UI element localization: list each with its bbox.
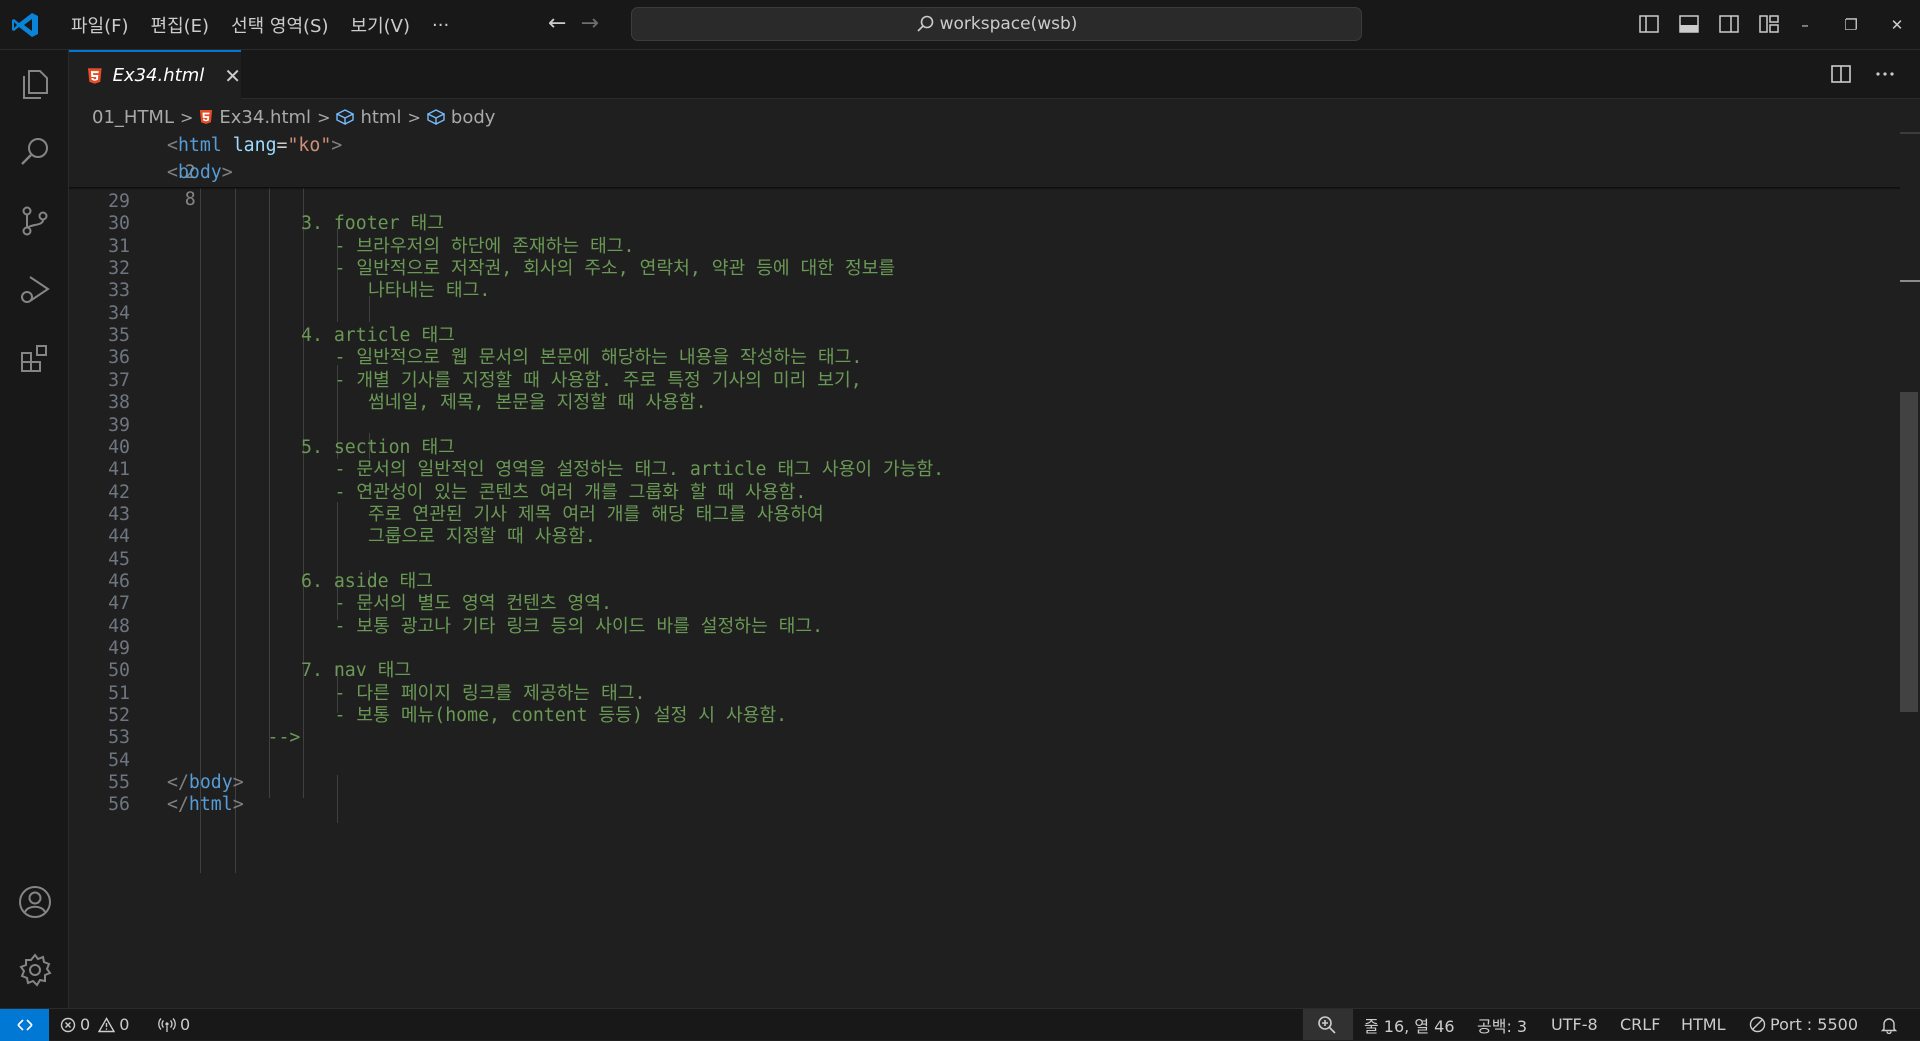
html5-file-icon [199, 109, 213, 125]
manage-gear-icon[interactable] [14, 949, 56, 991]
sticky-scroll[interactable]: 2 <html lang="ko"> 8 <body> [69, 132, 1900, 210]
close-window-button[interactable]: ✕ [1874, 16, 1920, 34]
html5-file-icon [87, 67, 102, 84]
port-label: Port : 5500 [1770, 1015, 1858, 1034]
source-control-icon[interactable] [14, 200, 56, 242]
circle-slash-icon [1749, 1016, 1766, 1033]
window-controls: – ❐ ✕ [1782, 0, 1920, 50]
chevron-right-icon: > [317, 107, 331, 127]
more-actions-icon[interactable] [1874, 63, 1896, 85]
editor-tab-bar: Ex34.html ✕ [69, 50, 1920, 99]
broadcast-icon [158, 1017, 176, 1032]
cursor-position[interactable]: 줄 16, 열 46 [1364, 1009, 1455, 1040]
warning-count: 0 [119, 1015, 130, 1034]
tab-ex34-html[interactable]: Ex34.html ✕ [69, 50, 241, 99]
chevron-right-icon: > [407, 107, 421, 127]
code-editor[interactable]: 29 30 3. footer 태그 31- 브라우저의 하단에 존재하는 태그. 32… [69, 132, 1900, 1008]
end-of-line[interactable]: CRLF [1620, 1009, 1660, 1040]
zoom-icon[interactable] [1317, 1009, 1337, 1040]
extensions-icon[interactable] [14, 338, 56, 380]
code-text: </html> [167, 794, 244, 816]
symbol-element-icon [426, 109, 445, 125]
menu-file[interactable]: 파일(F) [60, 12, 140, 38]
ports-indicator[interactable]: 0 [158, 1009, 190, 1040]
search-label: workspace(wsb) [939, 14, 1078, 34]
error-count: 0 [80, 1015, 91, 1034]
tab-label: Ex34.html [112, 65, 205, 86]
sticky-scroll-shadow [69, 187, 1900, 190]
error-icon [60, 1017, 76, 1032]
search-icon [917, 15, 933, 32]
language-mode[interactable]: HTML [1681, 1009, 1726, 1040]
encoding[interactable]: UTF-8 [1551, 1009, 1598, 1040]
toggle-primary-sidebar-icon[interactable] [1638, 13, 1660, 35]
symbol-element-icon [336, 109, 355, 125]
accounts-icon[interactable] [14, 881, 56, 923]
warning-icon [98, 1016, 116, 1032]
menu-edit[interactable]: 편집(E) [140, 12, 221, 38]
back-arrow-icon[interactable]: ← [548, 12, 566, 36]
explorer-icon[interactable] [14, 63, 56, 105]
indentation[interactable]: 공백: 3 [1477, 1009, 1527, 1040]
breadcrumb-folder[interactable]: 01_HTML [92, 107, 174, 128]
tab-close-icon[interactable]: ✕ [224, 64, 241, 88]
forward-arrow-icon[interactable]: → [580, 12, 598, 36]
restore-button[interactable]: ❐ [1828, 16, 1874, 34]
customize-layout-icon[interactable] [1758, 13, 1780, 35]
vscode-logo-icon [12, 13, 38, 37]
ports-count: 0 [180, 1015, 191, 1034]
problems-indicator[interactable]: 0 0 [60, 1009, 129, 1040]
line-number: 8 [184, 189, 196, 210]
toggle-secondary-sidebar-icon[interactable] [1718, 13, 1740, 35]
breadcrumb-file[interactable]: Ex34.html [219, 107, 311, 128]
sticky-line[interactable]: 2 <html lang="ko"> [69, 132, 1869, 183]
toggle-panel-icon[interactable] [1678, 13, 1700, 35]
command-center-search[interactable]: workspace(wsb) [631, 7, 1362, 41]
sticky-line[interactable]: 8 <body> [69, 159, 1869, 210]
vertical-scrollbar-thumb[interactable] [1900, 392, 1918, 712]
code-text: <body> [167, 162, 233, 183]
live-server-port[interactable]: Port : 5500 [1749, 1009, 1858, 1040]
overview-ruler-cursor [1900, 280, 1920, 282]
overview-ruler-mark [1900, 132, 1920, 134]
menu-selection[interactable]: 선택 영역(S) [220, 12, 339, 38]
navigation-arrows: ← → [548, 12, 599, 36]
menu-view[interactable]: 보기(V) [340, 12, 421, 38]
title-bar: 파일(F) 편집(E) 선택 영역(S) 보기(V) ··· ← → works… [0, 0, 1920, 50]
breadcrumb-body[interactable]: body [451, 107, 496, 128]
minimize-button[interactable]: – [1782, 16, 1828, 34]
menu-bar: 파일(F) 편집(E) 선택 영역(S) 보기(V) ··· [60, 0, 460, 50]
breadcrumb-html[interactable]: html [360, 107, 401, 128]
menu-more[interactable]: ··· [421, 15, 460, 36]
activity-bar [0, 50, 69, 1008]
editor-actions [1830, 63, 1896, 85]
code-line[interactable]: 56 </html> [69, 791, 1869, 818]
line-number: 56 [108, 794, 130, 816]
code-text: <html lang="ko"> [167, 135, 343, 156]
search-view-icon[interactable] [14, 131, 56, 173]
status-bar: 0 0 0 줄 16, 열 46 공백: 3 UTF-8 CRLF HTML P… [0, 1008, 1920, 1041]
notifications-bell-icon[interactable] [1880, 1009, 1898, 1040]
chevron-right-icon: > [180, 107, 194, 127]
split-editor-icon[interactable] [1830, 63, 1852, 85]
layout-controls [1638, 13, 1780, 35]
remote-indicator[interactable] [0, 1009, 49, 1041]
remote-icon [16, 1019, 33, 1031]
run-and-debug-icon[interactable] [14, 269, 56, 311]
breadcrumb: 01_HTML > Ex34.html > html > body [92, 104, 495, 130]
